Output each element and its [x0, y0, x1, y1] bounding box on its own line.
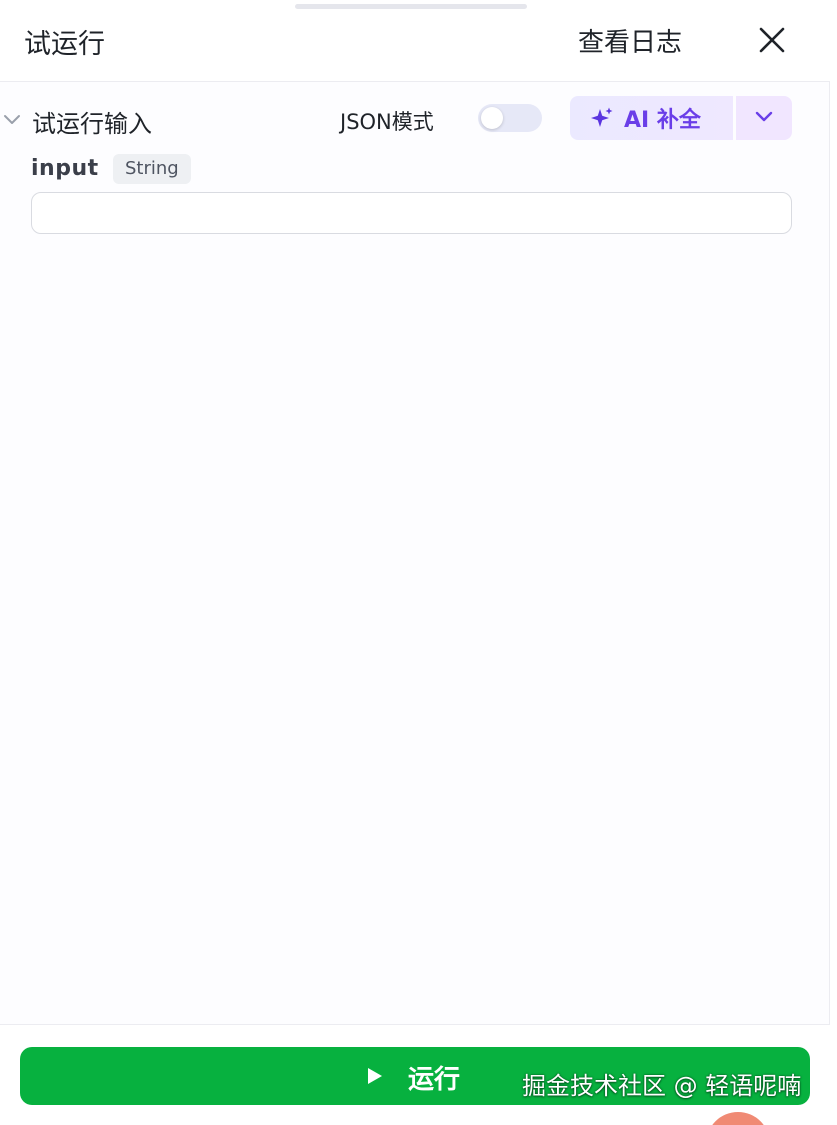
chevron-down-icon	[755, 111, 773, 122]
close-button[interactable]	[756, 24, 788, 56]
panel-title: 试运行	[24, 29, 105, 60]
run-label: 运行	[408, 1065, 461, 1095]
field-name: input	[31, 156, 99, 181]
panel-header: 试运行 查看日志	[0, 0, 830, 82]
json-mode-toggle[interactable]	[478, 104, 542, 132]
view-log-button[interactable]: 查看日志	[578, 22, 682, 59]
watermark: 掘金技术社区 @ 轻语呢喃	[522, 1072, 802, 1100]
play-icon	[368, 1068, 382, 1084]
test-run-panel: 试运行 查看日志 试运行输入 JSON模式 AI 补全 input String…	[0, 0, 830, 1125]
sparkle-icon	[591, 107, 613, 127]
field-type-badge: String	[113, 154, 191, 184]
input-field[interactable]	[31, 192, 792, 234]
json-mode-label: JSON模式	[340, 110, 434, 134]
section-title: 试运行输入	[32, 110, 152, 138]
close-icon	[759, 27, 785, 53]
chevron-down-icon	[4, 115, 20, 124]
ai-complete-label: AI 补全	[624, 108, 701, 133]
toggle-knob	[481, 107, 503, 129]
drag-handle[interactable]	[295, 4, 527, 9]
input-section-header: 试运行输入 JSON模式 AI 补全	[0, 92, 830, 146]
collapse-button[interactable]	[2, 112, 22, 126]
ai-complete-button[interactable]: AI 补全	[570, 96, 733, 140]
ai-options-dropdown[interactable]	[736, 96, 792, 140]
